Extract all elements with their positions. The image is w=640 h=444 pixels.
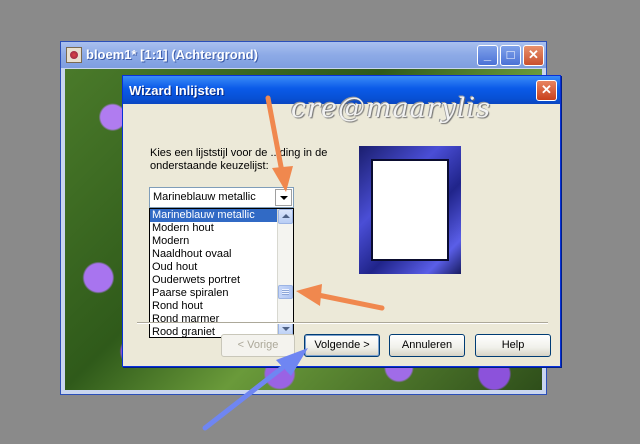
frame-style-option[interactable]: Oud hout	[150, 261, 277, 274]
instruction-label: Kies een lijststijl voor de ...ding in d…	[150, 147, 328, 172]
list-scrollbar[interactable]	[277, 209, 293, 337]
scroll-up-arrow-icon[interactable]	[278, 209, 293, 224]
button-separator	[137, 322, 548, 324]
dropdown-arrow-icon[interactable]	[275, 189, 292, 206]
background-close-button[interactable]: ✕	[523, 45, 544, 66]
dialog-close-button[interactable]: ✕	[536, 80, 557, 101]
frame-style-option[interactable]: Marineblauw metallic	[150, 209, 277, 222]
frame-style-option[interactable]: Ouderwets portret	[150, 274, 277, 287]
frame-style-combobox[interactable]: Marineblauw metallic	[149, 187, 294, 208]
frame-style-option[interactable]: Modern hout	[150, 222, 277, 235]
frame-style-option[interactable]: Rond marmer	[150, 313, 277, 326]
frame-style-option[interactable]: Rond hout	[150, 300, 277, 313]
help-button[interactable]: Help	[475, 334, 551, 357]
image-document-icon	[66, 47, 82, 63]
frame-style-option[interactable]: Naaldhout ovaal	[150, 248, 277, 261]
scroll-thumb[interactable]	[278, 285, 293, 299]
background-window-titlebar[interactable]: bloem1* [1:1] (Achtergrond) _ □ ✕	[61, 42, 546, 68]
combo-selected-value: Marineblauw metallic	[153, 191, 256, 203]
next-button[interactable]: Volgende >	[304, 334, 380, 357]
cancel-button[interactable]: Annuleren	[389, 334, 465, 357]
frame-preview	[359, 146, 461, 274]
frame-style-option[interactable]: Paarse spiralen	[150, 287, 277, 300]
frame-style-option[interactable]: Modern	[150, 235, 277, 248]
maximize-button[interactable]: □	[500, 45, 521, 66]
watermark-text: cre@maarylis	[291, 93, 492, 124]
minimize-button[interactable]: _	[477, 45, 498, 66]
frame-style-options: Marineblauw metallic Modern hout Modern Naa…	[150, 209, 277, 337]
dialog-title: Wizard Inlijsten	[129, 83, 225, 98]
background-window-title: bloem1* [1:1] (Achtergrond)	[86, 47, 258, 62]
frame-style-dropdown-list[interactable]: Marineblauw metallic Modern hout Modern Naa…	[149, 208, 294, 338]
frame-wizard-dialog: Wizard Inlijsten ✕ cre@maarylis Kies een…	[122, 75, 561, 367]
back-button[interactable]: < Vorige	[221, 334, 295, 357]
frame-preview-picture-area	[371, 159, 449, 261]
